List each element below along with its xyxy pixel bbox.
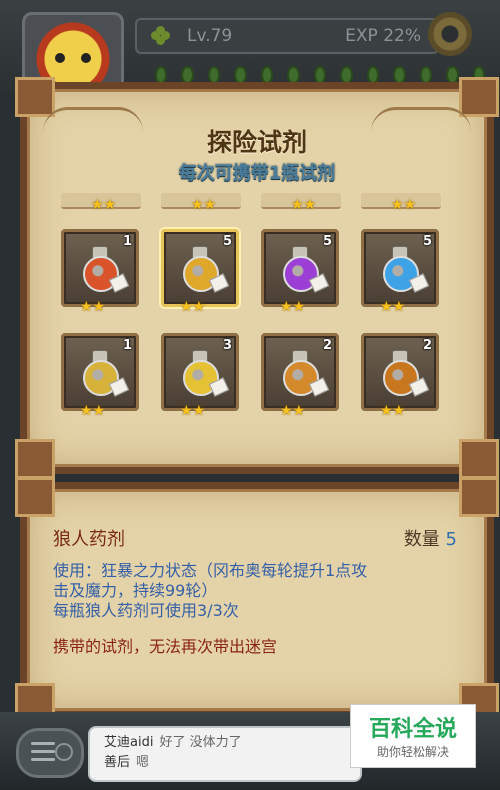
potion-description: 使用：狂暴之力状态（冈布奥每轮提升1点攻 击及魔力，持续99轮） 每瓶狼人药剂可… [53,561,453,621]
carry-warning: 携带的试剂，无法再次带出迷宫 [53,637,278,656]
panel-title: 探险试剂 [206,128,307,157]
star-icon: ★ [192,299,206,315]
description-line: 使用：狂暴之力状态（冈布奥每轮提升1点攻 [53,561,368,580]
menu-icon [31,742,55,761]
chat-message: 艾迪aidi 好了 没体力了 [104,734,242,752]
potion-stars: ★ ★ [80,300,105,314]
star-icon: ★ [80,299,93,315]
quantity-value: 5 [445,529,457,550]
potion-bottle-icon [381,350,430,397]
description-line: 每瓶狼人药剂可使用3/3次 [53,601,239,620]
star-icon: ★ [292,403,306,419]
potion-count: 1 [122,234,132,249]
potion-count: 1 [122,338,132,353]
potion-count: 3 [222,338,232,353]
shelf-stars: ★ ★ [91,197,117,213]
potion-stars: ★ ★ [280,300,305,314]
gear-icon[interactable] [428,12,472,56]
star-icon: ★ [92,403,106,419]
potion-slot[interactable]: 3 ★ ★ [161,333,239,418]
potion-bottle-icon [381,246,430,293]
star-icon: ★ [392,403,406,419]
star-icon: ★ [180,403,193,419]
potion-slot[interactable]: 1 ★ ★ [61,333,139,418]
watermark-subtitle: 助你轻松解决 [376,745,449,759]
potion-bottle-icon [181,350,230,397]
watermark-logo: 百科全说 助你轻松解决 [350,704,476,768]
star-icon: ★ [80,403,93,419]
potion-stars: ★ ★ [380,300,405,314]
star-icon: ★ [192,403,206,419]
chat-username: 艾迪aidi [104,735,154,750]
star-icon: ★ [380,403,393,419]
potion-stars: ★ ★ [80,404,105,418]
quantity-label: 数量 [403,529,440,550]
top-hud: Lv.79 EXP 22% [0,0,500,98]
potion-bottle-icon [81,350,130,397]
potion-stars: ★ ★ [180,404,205,418]
star-icon: ★ [92,299,106,315]
clover-icon [151,26,171,46]
star-icon: ★ [380,299,393,315]
chat-toggle-icon [55,743,73,761]
star-icon: ★ [180,299,193,315]
potion-slot[interactable]: 2 ★ ★ [261,333,339,418]
potion-count: 5 [322,234,332,249]
star-icon: ★ [292,299,306,315]
chat-text: 好了 没体力了 [159,735,242,750]
potion-detail-panel: 狼人药剂 数量 5 使用：狂暴之力状态（冈布奥每轮提升1点攻 击及魔力，持续99… [15,477,499,723]
potion-slot[interactable]: 1 ★ ★ [61,229,139,314]
chat-username: 善后 [104,755,131,770]
potion-slot[interactable]: 5 ★ ★ [361,229,439,314]
menu-button[interactable] [16,728,84,778]
level-text: Lv.79 [187,26,233,46]
potion-name: 狼人药剂 [53,529,125,550]
potion-slot[interactable]: 5 ★ ★ [161,229,239,314]
chat-message: 善后嗯 [104,754,149,772]
potion-count: 2 [422,338,432,353]
potion-slot[interactable]: 2 ★ ★ [361,333,439,418]
potion-bottle-icon [181,246,230,293]
panel-subtitle: 每次可携带1瓶试剂 [178,163,336,184]
potion-panel: 探险试剂 每次可携带1瓶试剂 ★ ★ ★ ★ ★ ★ ★ ★ 1 ★ ★ 5 ★ ★ 5 ★ ★ 5 ★ ★ 1… [15,77,499,479]
level-bar: Lv.79 EXP 22% [135,18,439,54]
shelf-stars: ★ ★ [191,197,217,213]
shelf-stars: ★ ★ [291,197,317,213]
potion-bottle-icon [281,246,330,293]
watermark-title: 百科全说 [368,717,457,742]
potion-bottle-icon [281,350,330,397]
potion-quantity: 数量 5 [404,525,457,551]
potion-count: 2 [322,338,332,353]
exp-text: EXP 22% [345,26,421,46]
potion-stars: ★ ★ [180,300,205,314]
chat-preview[interactable]: 艾迪aidi 好了 没体力了 善后嗯 [88,726,362,782]
star-icon: ★ [280,403,293,419]
chat-text: 嗯 [136,755,150,770]
star-icon: ★ [280,299,293,315]
potion-stars: ★ ★ [380,404,405,418]
shelf-stars: ★ ★ [391,197,417,213]
potion-bottle-icon [81,246,130,293]
description-line: 击及魔力，持续99轮） [53,581,218,600]
star-icon: ★ [392,299,406,315]
potion-count: 5 [422,234,432,249]
potion-slot[interactable]: 5 ★ ★ [261,229,339,314]
potion-stars: ★ ★ [280,404,305,418]
potion-count: 5 [222,234,232,249]
